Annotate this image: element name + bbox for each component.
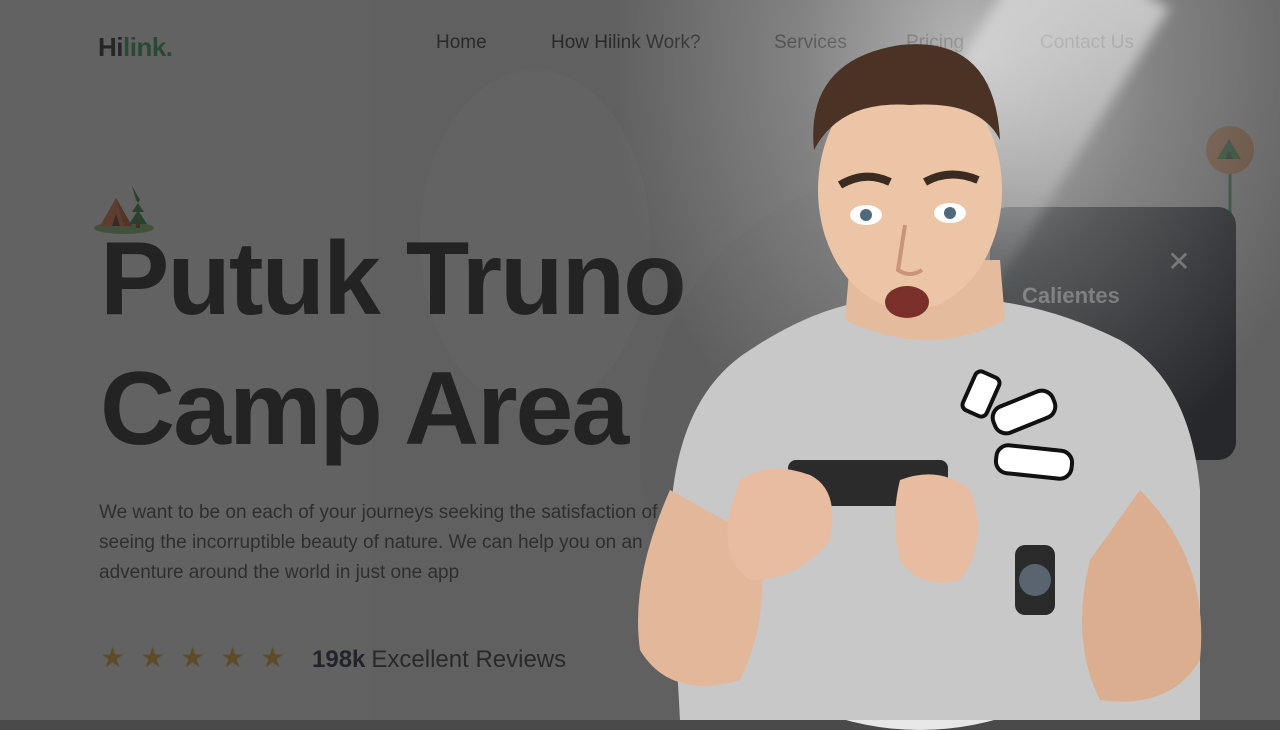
logo[interactable]: Hilink.	[98, 32, 173, 63]
reviews-count: 198k	[312, 646, 366, 673]
surprised-man-photo	[638, 44, 1202, 720]
star-icon: ★	[140, 642, 166, 673]
hero-title-line-2: Camp Area	[100, 351, 629, 467]
rating-stars: ★ ★ ★ ★ ★	[100, 642, 286, 673]
star-icon: ★	[100, 642, 126, 673]
star-icon: ★	[220, 642, 246, 673]
hero-description: We want to be on each of your journeys s…	[99, 502, 658, 583]
nav-home[interactable]: Home	[436, 32, 487, 54]
hero-title-line-1: Putuk Truno	[100, 221, 687, 337]
logo-part-green: link.	[123, 32, 173, 62]
star-icon: ★	[180, 642, 206, 673]
star-icon: ★	[260, 642, 286, 673]
logo-part-dark: Hi	[98, 32, 124, 62]
reviews-label: Excellent Reviews	[371, 646, 567, 673]
reviews-summary: 198k Excellent Reviews	[312, 646, 566, 674]
